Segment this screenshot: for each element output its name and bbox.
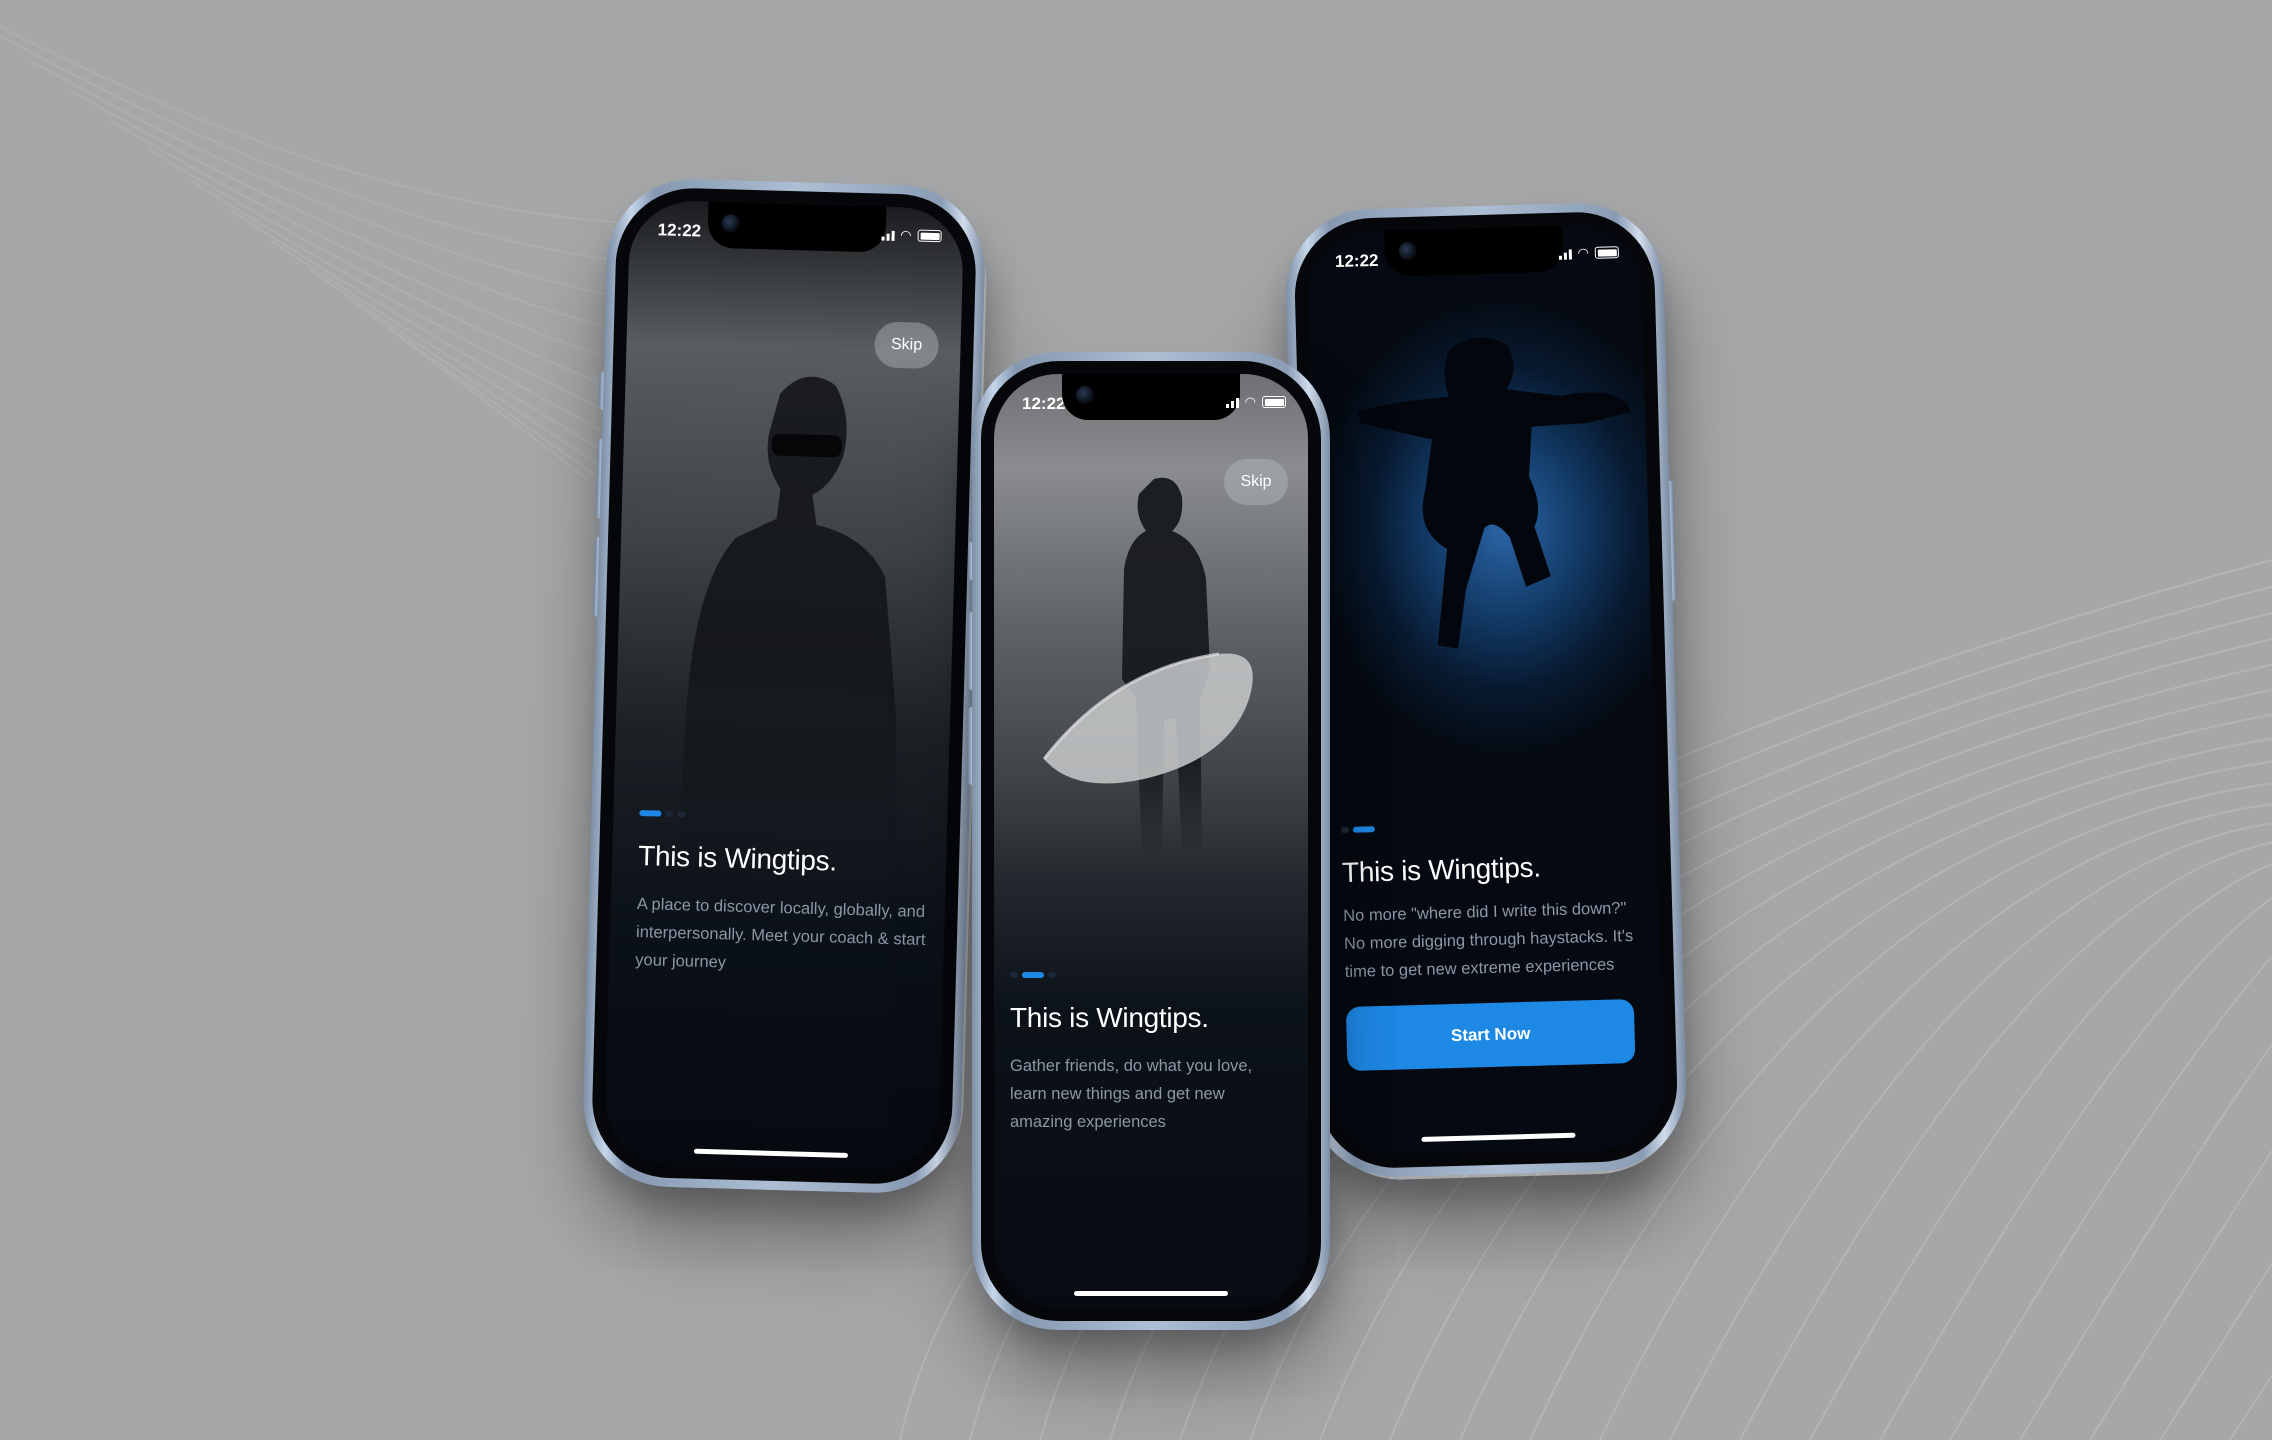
onboarding-description: Gather friends, do what you love, learn … xyxy=(1010,1057,1253,1131)
screen: 12:22 ◠ This is Wingtips. No more "where… xyxy=(1306,223,1666,1157)
page-dot xyxy=(665,810,674,817)
signal-icon xyxy=(881,229,895,241)
phone-onboarding-1: 12:22 ◠ Skip This is Wingtips. A place t… xyxy=(581,176,987,1196)
page-dot xyxy=(1340,826,1349,834)
phone-onboarding-2: 12:22 ◠ Skip This is Wingtips. Gather fr… xyxy=(968,352,1330,1330)
skip-button[interactable]: Skip xyxy=(873,321,940,370)
front-camera-icon xyxy=(1398,241,1417,261)
screen: 12:22 ◠ Skip This is Wingtips. Gather fr… xyxy=(994,374,1308,1308)
notch xyxy=(707,201,887,253)
man-with-sunglasses-photo xyxy=(676,376,897,878)
status-time: 12:22 xyxy=(1334,250,1379,272)
signal-icon xyxy=(1225,396,1239,408)
background-curve xyxy=(1879,896,2272,1440)
page-indicator xyxy=(1010,972,1056,978)
surfer-holding-board-photo xyxy=(1042,477,1253,857)
phone-onboarding-3: 12:22 ◠ This is Wingtips. No more "where… xyxy=(1283,200,1689,1180)
page-dot xyxy=(1010,972,1018,978)
page-dot xyxy=(1048,972,1056,978)
wifi-icon: ◠ xyxy=(900,227,912,243)
page-dot-active xyxy=(1352,826,1375,833)
page-indicator xyxy=(639,810,686,818)
onboarding-title: This is Wingtips. xyxy=(637,840,838,877)
wifi-icon: ◠ xyxy=(1577,244,1590,261)
onboarding-description: No more "where did I write this down?" N… xyxy=(1343,899,1634,982)
background-curve xyxy=(1669,822,2272,1440)
background-curve xyxy=(2159,1261,2272,1440)
status-icons: ◠ xyxy=(1558,244,1619,262)
page-dot xyxy=(677,811,686,818)
background-curve xyxy=(2229,1373,2272,1440)
screen: 12:22 ◠ Skip This is Wingtips. A place t… xyxy=(603,199,965,1173)
start-now-button[interactable]: Start Now xyxy=(1345,998,1636,1072)
background-curve xyxy=(1949,955,2272,1440)
onboarding-title: This is Wingtips. xyxy=(1341,851,1542,889)
front-camera-icon xyxy=(1076,386,1094,404)
background-curve xyxy=(1739,841,2272,1440)
home-indicator[interactable] xyxy=(1421,1132,1576,1142)
battery-icon xyxy=(1262,396,1286,408)
skip-button[interactable]: Skip xyxy=(1224,459,1288,505)
page-indicator xyxy=(1340,826,1375,834)
notch xyxy=(1384,225,1564,277)
signal-icon xyxy=(1558,247,1572,260)
battery-icon xyxy=(917,229,942,243)
status-icons: ◠ xyxy=(1225,394,1286,410)
front-camera-icon xyxy=(721,214,741,233)
status-time: 12:22 xyxy=(657,220,702,241)
background-curve xyxy=(2019,1042,2272,1440)
jumping-silhouette-photo xyxy=(1356,337,1632,649)
status-time: 12:22 xyxy=(1022,394,1066,413)
home-indicator[interactable] xyxy=(1074,1291,1228,1296)
onboarding-description: A place to discover locally, globally, a… xyxy=(635,894,926,972)
battery-icon xyxy=(1594,246,1619,259)
home-indicator[interactable] xyxy=(693,1148,848,1158)
notch xyxy=(1062,374,1240,420)
wifi-icon: ◠ xyxy=(1244,394,1256,409)
status-icons: ◠ xyxy=(881,227,942,245)
page-dot-active xyxy=(1022,972,1044,978)
page-dot-active xyxy=(639,810,662,817)
onboarding-title: This is Wingtips. xyxy=(1010,1002,1209,1033)
